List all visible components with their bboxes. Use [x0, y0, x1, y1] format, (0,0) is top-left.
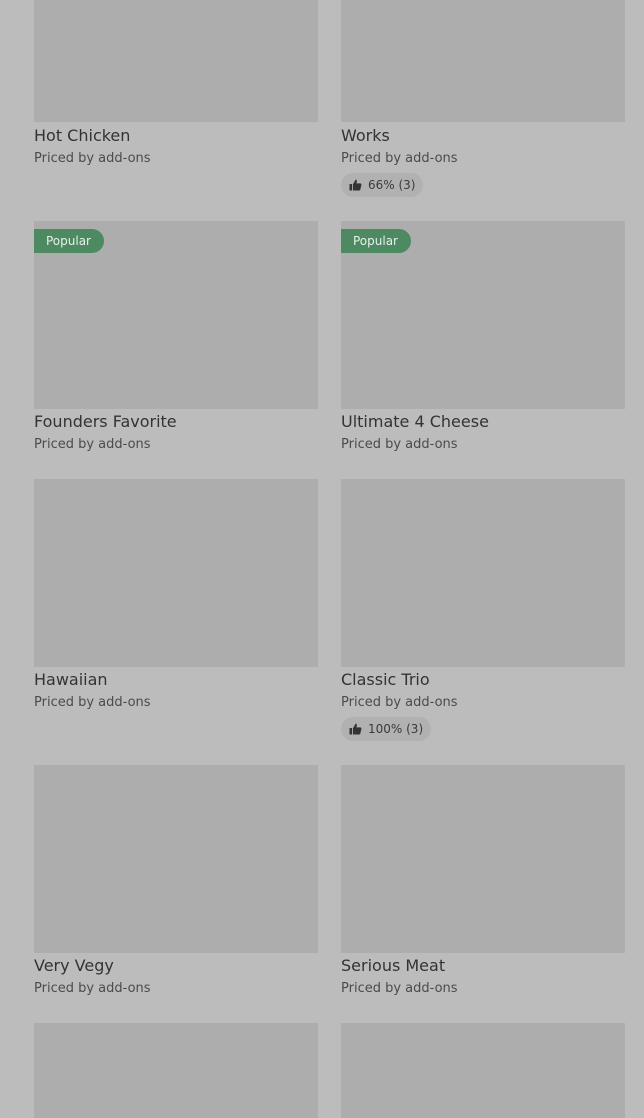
item-image: [34, 0, 318, 122]
rating-text: 66% (3): [368, 178, 416, 192]
menu-item-card[interactable]: [341, 1023, 625, 1118]
item-image: [341, 479, 625, 667]
item-name: Very Vegy: [34, 956, 114, 975]
item-price-label: Priced by add-ons: [34, 695, 151, 710]
item-image: [34, 1023, 318, 1118]
rating-pill: 100% (3): [341, 717, 432, 741]
item-price-label: Priced by add-ons: [341, 695, 458, 710]
rating-pill: 66% (3): [341, 173, 424, 197]
menu-item-card[interactable]: [34, 1023, 318, 1118]
item-price-label: Priced by add-ons: [341, 437, 458, 452]
item-image: [34, 479, 318, 667]
item-name: Founders Favorite: [34, 412, 177, 431]
item-price-label: Priced by add-ons: [34, 981, 151, 996]
item-image: [341, 1023, 625, 1118]
item-price-label: Priced by add-ons: [341, 151, 458, 166]
item-image: [341, 0, 625, 122]
popular-badge: Popular: [34, 229, 104, 253]
item-name: Ultimate 4 Cheese: [341, 412, 489, 431]
item-name: Classic Trio: [341, 670, 430, 689]
item-name: Works: [341, 126, 390, 145]
rating-text: 100% (3): [368, 722, 424, 736]
thumbs-up-icon: [349, 179, 362, 191]
item-image: [341, 765, 625, 953]
item-price-label: Priced by add-ons: [341, 981, 458, 996]
thumbs-up-icon: [349, 723, 362, 735]
item-name: Hot Chicken: [34, 126, 131, 145]
item-price-label: Priced by add-ons: [34, 437, 151, 452]
popular-badge: Popular: [341, 229, 411, 253]
item-price-label: Priced by add-ons: [34, 151, 151, 166]
item-name: Serious Meat: [341, 956, 446, 975]
item-name: Hawaiian: [34, 670, 108, 689]
item-image: [34, 765, 318, 953]
